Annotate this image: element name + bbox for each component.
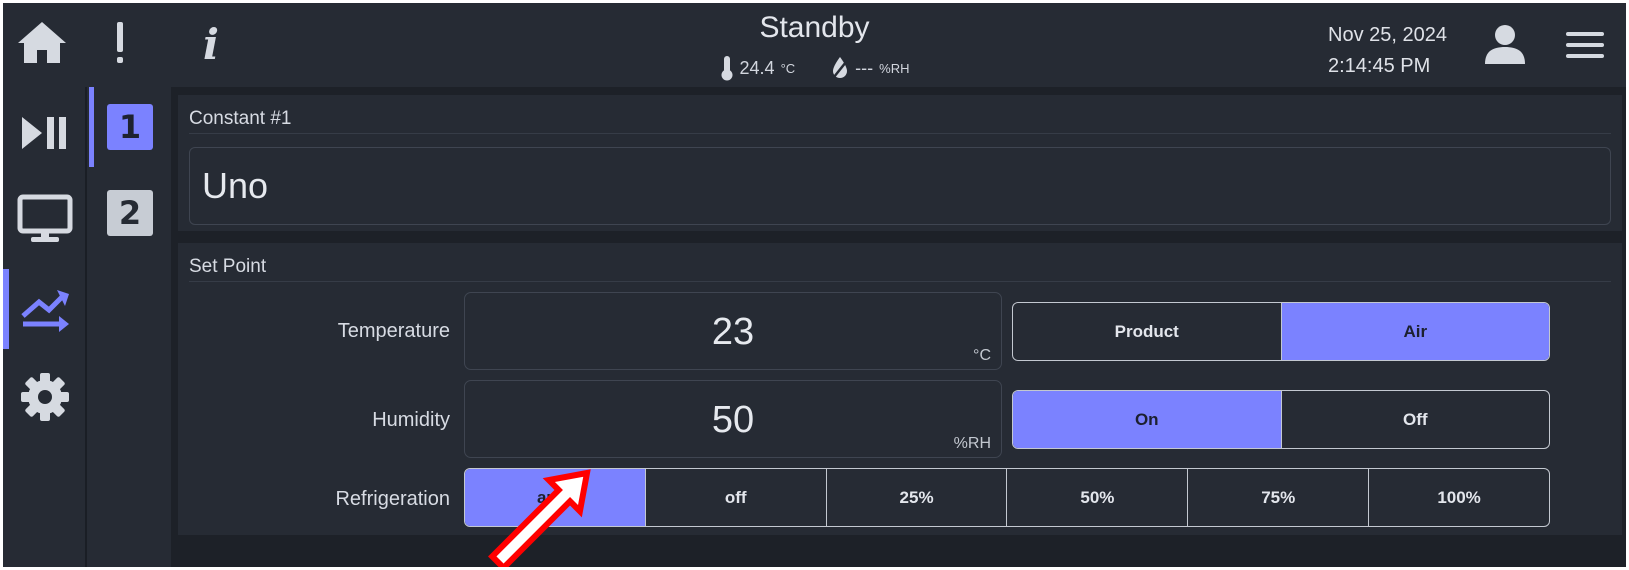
refrigeration-25-option[interactable]: 25% xyxy=(827,469,1008,526)
date-label: Nov 25, 2024 xyxy=(1328,24,1447,46)
date-time: Nov 25, 2024 2:14:45 PM xyxy=(1328,20,1447,82)
app-window: i Standby 24.4 °C --- %RH Nov 25, 2024 2:1… xyxy=(3,3,1626,567)
humidity-unit: %RH xyxy=(879,60,910,76)
profile-item-1[interactable]: 1 xyxy=(89,87,171,167)
air-option[interactable]: Air xyxy=(1281,303,1549,360)
panel-title-constant: Constant #1 xyxy=(189,108,292,129)
humidity-toggle: On Off xyxy=(1012,390,1550,449)
run-pause-icon[interactable] xyxy=(3,93,87,173)
temperature-unit: °C xyxy=(973,347,991,364)
profile-item-2[interactable]: 2 xyxy=(89,173,171,253)
product-option[interactable]: Product xyxy=(1013,303,1282,360)
temperature-unit: °C xyxy=(780,60,796,76)
refrigeration-100-option[interactable]: 100% xyxy=(1369,469,1549,526)
temperature-label: Temperature xyxy=(337,320,450,342)
temperature-reading: 24.4 xyxy=(739,57,775,78)
refrigeration-auto-option[interactable]: auto xyxy=(465,469,646,526)
constant-name-input[interactable]: Uno xyxy=(189,147,1611,225)
panel-title-setpoint: Set Point xyxy=(189,256,267,277)
temperature-setpoint-input[interactable]: 23 °C xyxy=(464,292,1002,370)
humidity-off-option[interactable]: Off xyxy=(1282,391,1550,448)
refrigeration-selector: auto off 25% 50% 75% 100% xyxy=(464,468,1550,527)
divider xyxy=(189,281,1611,282)
setpoint-panel: Set Point Temperature 23 °C Product Air … xyxy=(178,243,1622,535)
humidity-value: 50 xyxy=(711,399,755,441)
refrigeration-75-option[interactable]: 75% xyxy=(1188,469,1370,526)
humidity-label: Humidity xyxy=(372,409,450,431)
humidity-reading: --- xyxy=(855,57,874,78)
refrigeration-off-option[interactable]: off xyxy=(646,469,827,526)
time-label: 2:14:45 PM xyxy=(1328,55,1431,77)
profile-list: 1 2 xyxy=(89,87,171,567)
monitor-icon[interactable] xyxy=(3,179,87,259)
menu-icon[interactable] xyxy=(1563,25,1607,65)
header-bar: i Standby 24.4 °C --- %RH Nov 25, 2024 2:1… xyxy=(3,3,1626,87)
thermometer-icon xyxy=(721,56,733,81)
profile-number-1: 1 xyxy=(107,104,153,150)
user-icon[interactable] xyxy=(1481,21,1529,67)
humidity-on-option[interactable]: On xyxy=(1013,391,1282,448)
refrigeration-50-option[interactable]: 50% xyxy=(1007,469,1189,526)
main-content: Constant #1 Uno Set Point Temperature 23… xyxy=(171,87,1626,567)
temperature-source-toggle: Product Air xyxy=(1012,302,1550,361)
temperature-value: 23 xyxy=(711,311,755,353)
humidity-off-icon xyxy=(833,57,848,78)
humidity-unit: %RH xyxy=(953,435,991,452)
profile-number-2: 2 xyxy=(107,190,153,236)
constant-panel: Constant #1 Uno xyxy=(178,95,1622,231)
refrigeration-label: Refrigeration xyxy=(335,488,450,510)
profiles-icon[interactable] xyxy=(3,269,87,349)
main-nav-rail xyxy=(3,87,87,567)
settings-icon[interactable] xyxy=(3,357,87,437)
humidity-setpoint-input[interactable]: 50 %RH xyxy=(464,380,1002,458)
divider xyxy=(189,133,1611,134)
